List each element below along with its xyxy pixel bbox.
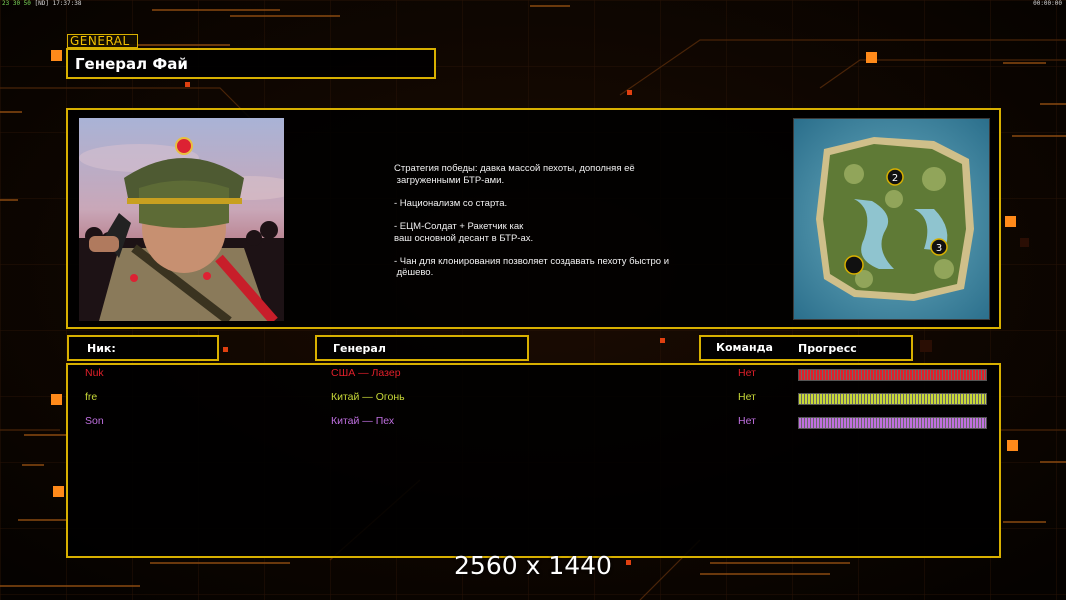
- player-progress-bar: [798, 417, 987, 429]
- header-general-label: Генерал: [333, 342, 386, 355]
- general-tag: GENERAL: [67, 34, 138, 48]
- player-progress-bar: [798, 393, 987, 405]
- minimap[interactable]: 2 3: [793, 118, 990, 320]
- hud-clock-left: [ND] 17:37:38: [30, 0, 82, 7]
- player-row: Nuk США — Лазер Нет: [0, 367, 1066, 383]
- general-title-box: Генерал Фай: [66, 48, 436, 79]
- player-general: Китай — Огонь: [331, 391, 405, 403]
- player-progress-bar: [798, 369, 987, 381]
- header-general: Генерал: [315, 335, 529, 361]
- hud-fps: 23 30 50: [2, 0, 31, 7]
- general-description: Стратегия победы: давка массой пехоты, д…: [394, 163, 670, 279]
- header-nick: Ник:: [67, 335, 219, 361]
- general-tag-label: GENERAL: [70, 34, 130, 48]
- resolution-caption: 2560 x 1440: [454, 551, 612, 580]
- general-title: Генерал Фай: [75, 55, 188, 73]
- header-team-label: Команда: [716, 341, 773, 354]
- minimap-start-2: 2: [892, 173, 898, 184]
- player-team: Нет: [738, 391, 756, 403]
- header-progress-label: Прогресс: [798, 342, 857, 355]
- header-nick-label: Ник:: [87, 342, 116, 355]
- header-team-progress: Команда Прогресс: [699, 335, 913, 361]
- player-general: Китай — Пех: [331, 415, 395, 427]
- general-portrait: [79, 118, 284, 321]
- player-row: fre Китай — Огонь Нет: [0, 391, 1066, 407]
- player-nick: fre: [85, 391, 98, 403]
- player-nick: Son: [85, 415, 104, 427]
- player-team: Нет: [738, 415, 756, 427]
- minimap-start-3: 3: [936, 243, 942, 254]
- player-row: Son Китай — Пех Нет: [0, 415, 1066, 431]
- player-nick: Nuk: [85, 367, 104, 379]
- hud-status-left: 23 30 50 [ND] 17:37:38: [2, 0, 81, 7]
- hud-clock-right: 00:00:00: [1033, 0, 1062, 7]
- player-team: Нет: [738, 367, 756, 379]
- player-general: США — Лазер: [331, 367, 401, 379]
